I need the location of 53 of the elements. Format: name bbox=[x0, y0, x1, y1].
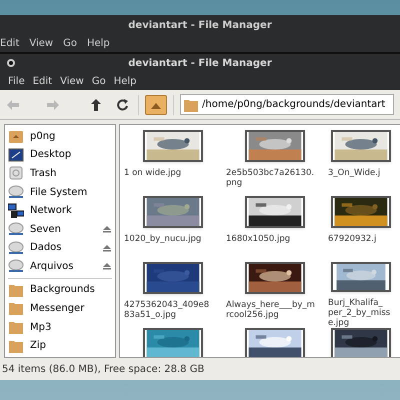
drive-icon bbox=[8, 184, 24, 200]
window-title: deviantart - File Manager bbox=[128, 56, 272, 70]
file-name[interactable]: Always_here___by_m rcool256.jpg bbox=[224, 300, 315, 320]
drive-icon bbox=[8, 240, 24, 256]
window-menu-icon[interactable] bbox=[7, 59, 15, 67]
file-name[interactable]: 1 on wide.jpg bbox=[122, 168, 182, 178]
home-folder-icon bbox=[8, 128, 24, 144]
path-field[interactable]: /home/p0ng/backgrounds/deviantart bbox=[180, 94, 394, 115]
eject-icon[interactable] bbox=[102, 225, 112, 234]
sidebar-item[interactable]: Backgrounds bbox=[5, 280, 115, 300]
file-name[interactable]: Burj_Khalifa_ per_2_by_miss e.jpg bbox=[326, 298, 390, 328]
drive-icon bbox=[8, 258, 24, 274]
menu-item[interactable]: Edit bbox=[0, 36, 24, 51]
folder-icon bbox=[8, 300, 24, 316]
reload-icon bbox=[116, 98, 128, 111]
sidebar-item[interactable]: Trash bbox=[5, 164, 115, 183]
eject-icon[interactable] bbox=[102, 262, 112, 270]
back-arrow-icon bbox=[6, 98, 20, 110]
sidebar-item[interactable]: File System bbox=[5, 182, 115, 202]
menu-item[interactable]: Go bbox=[88, 74, 110, 88]
file-name[interactable]: 1020_by_nucu.jpg bbox=[122, 234, 202, 244]
sidebar-item[interactable]: Dados bbox=[5, 238, 115, 258]
folder-icon bbox=[8, 319, 24, 336]
window-title: deviantart - File Manager bbox=[127, 18, 273, 32]
network-icon bbox=[8, 202, 24, 219]
sidebar-item[interactable]: Desktop bbox=[5, 146, 115, 164]
drive-icon bbox=[8, 221, 24, 238]
menu-item[interactable]: View bbox=[56, 74, 88, 88]
sidebar-item[interactable]: Mp3 bbox=[5, 318, 115, 336]
menu-item[interactable]: Help bbox=[82, 36, 115, 51]
up-arrow-icon bbox=[90, 98, 102, 112]
menu-item[interactable]: Edit bbox=[28, 74, 56, 88]
file-name[interactable]: 1680x1050.jpg bbox=[224, 234, 290, 244]
file-name[interactable]: 3_On_Wide.j bbox=[326, 168, 380, 178]
sidebar-item[interactable]: Messenger bbox=[5, 299, 115, 318]
sidebar-item[interactable]: Arquivos bbox=[5, 257, 115, 276]
menu-item[interactable]: Go bbox=[58, 36, 82, 51]
menu-item[interactable]: File bbox=[4, 74, 29, 88]
sidebar-item[interactable]: Seven bbox=[5, 220, 115, 238]
desktop-icon bbox=[8, 146, 24, 163]
sidebar-item[interactable]: Zip bbox=[5, 336, 115, 355]
file-name[interactable]: 4275362043_409e8 83a51_o.jpg bbox=[122, 300, 210, 320]
menu-item[interactable]: Help bbox=[110, 74, 141, 88]
sidebar-item[interactable]: Network bbox=[5, 201, 115, 220]
forward-arrow-icon bbox=[46, 98, 60, 110]
trash-icon bbox=[8, 165, 24, 182]
status-text: 54 items (86.0 MB), Free space: 28.8 GB bbox=[1, 362, 206, 376]
eject-icon[interactable] bbox=[102, 244, 112, 252]
file-name[interactable]: 67920932.j bbox=[326, 234, 376, 244]
home-button[interactable] bbox=[145, 94, 167, 114]
sidebar-item[interactable]: p0ng bbox=[5, 127, 115, 146]
menu-item[interactable]: View bbox=[24, 36, 58, 51]
file-name[interactable]: 2e5b503bc7a26130. png bbox=[224, 168, 314, 188]
